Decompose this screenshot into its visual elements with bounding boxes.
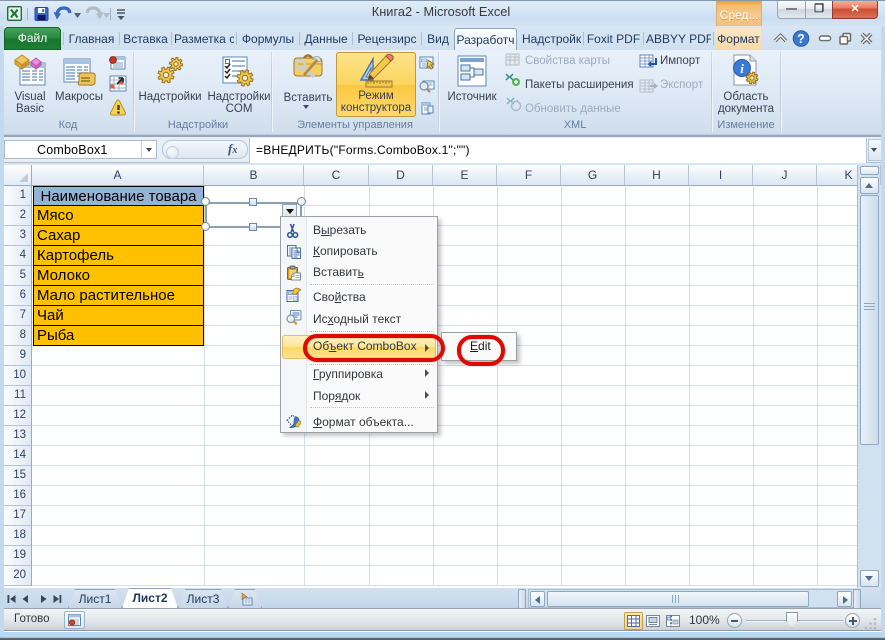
svg-text:?: ? [797,32,805,46]
svg-text:i: i [740,61,744,76]
